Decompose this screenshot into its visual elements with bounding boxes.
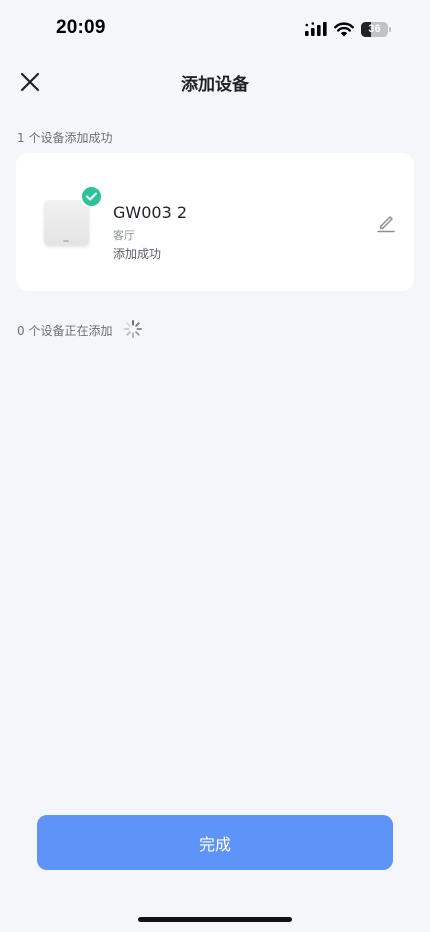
battery-cap [389,26,391,32]
signal-icon [305,22,327,36]
gateway-device-icon [44,200,89,245]
loading-spinner-icon [124,320,142,338]
status-time: 20:09 [56,17,106,38]
page-title: 添加设备 [181,75,249,95]
device-room: 客厅 [113,229,135,242]
nav-bar: 添加设备 [0,56,430,108]
status-icons: 36 [305,20,392,38]
battery-icon: 36 [361,21,392,37]
success-count-label: 1 个设备添加成功 [17,131,113,145]
edit-icon [377,216,395,233]
device-status: 添加成功 [113,247,162,261]
check-icon [80,185,103,208]
edit-button[interactable] [375,211,397,233]
device-name: GW003 2 [113,203,188,222]
wifi-icon [334,22,354,36]
adding-count-label: 0 个设备正在添加 [17,324,113,338]
home-indicator[interactable] [138,917,292,922]
battery-level: 36 [368,22,381,35]
done-button[interactable]: 完成 [37,815,393,870]
add-device-screen: 20:09 36 添加设备 1 个设备添加成功 GW003 2 客厅 添加成功 … [0,0,430,932]
status-bar: 20:09 36 [0,0,430,56]
device-card[interactable]: GW003 2 客厅 添加成功 [16,153,414,291]
